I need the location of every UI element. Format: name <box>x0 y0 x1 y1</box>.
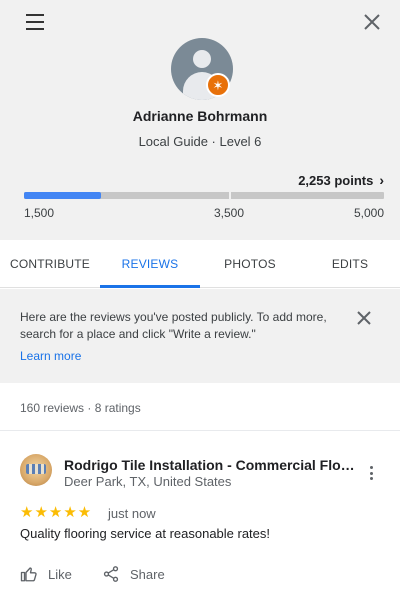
tab-contribute[interactable]: CONTRIBUTE <box>0 240 100 287</box>
tab-reviews[interactable]: REVIEWS <box>100 240 200 288</box>
business-name[interactable]: Rodrigo Tile Installation - Commercial F… <box>64 457 360 473</box>
progress-max-label: 5,000 <box>353 206 384 220</box>
points-label: 2,253 points <box>298 172 374 188</box>
business-address: Deer Park, TX, United States <box>64 474 232 489</box>
chevron-right-icon: › <box>379 172 384 188</box>
business-thumbnail[interactable] <box>20 454 52 486</box>
review-text: Quality flooring service at reasonable r… <box>20 526 271 541</box>
level-progress-bar <box>24 192 384 199</box>
profile-level: Local Guide · Level 6 <box>138 134 262 149</box>
local-guide-star-icon: ✶ <box>206 73 230 97</box>
progress-mid-label: 3,500 <box>214 206 245 220</box>
star-rating: ★★★★★ <box>20 504 93 521</box>
review-counts: 160 reviews · 8 ratings <box>20 401 141 415</box>
points-link[interactable]: 2,253 points › <box>298 172 384 188</box>
tab-edits[interactable]: EDITS <box>300 240 400 287</box>
profile-tabs: CONTRIBUTE REVIEWS PHOTOS EDITS <box>0 240 400 288</box>
info-banner: Here are the reviews you've posted publi… <box>0 289 400 383</box>
thumb-up-icon <box>20 567 37 582</box>
tab-photos[interactable]: PHOTOS <box>200 240 300 287</box>
level-progress-fill <box>24 192 102 199</box>
share-button[interactable]: Share <box>102 565 165 583</box>
like-button[interactable]: Like <box>20 565 72 583</box>
divider <box>0 430 400 431</box>
dismiss-banner-icon[interactable] <box>354 308 374 328</box>
profile-name: Adrianne Bohrmann <box>132 108 268 124</box>
info-banner-text: Here are the reviews you've posted publi… <box>20 310 327 341</box>
menu-icon[interactable] <box>26 14 46 30</box>
close-icon[interactable] <box>361 11 383 33</box>
progress-mid-marker <box>229 192 231 199</box>
progress-min-label: 1,500 <box>24 206 55 220</box>
learn-more-link[interactable]: Learn more <box>20 349 81 363</box>
share-label: Share <box>130 566 165 582</box>
share-icon <box>103 566 119 582</box>
more-options-icon[interactable] <box>366 464 376 482</box>
review-time: just now <box>108 506 156 521</box>
like-label: Like <box>48 566 72 582</box>
